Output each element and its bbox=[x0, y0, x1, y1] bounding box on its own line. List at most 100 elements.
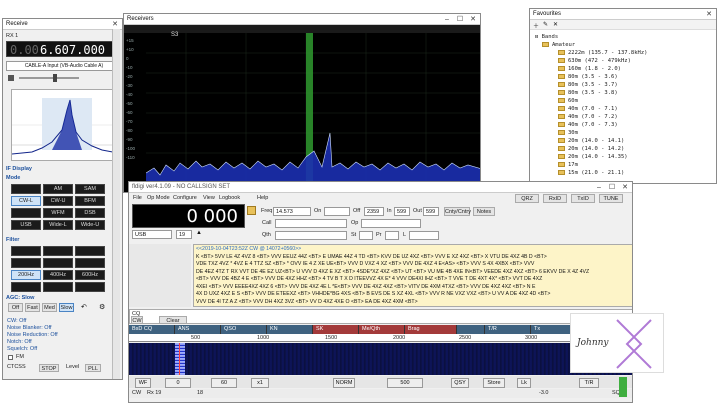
mode-button-cwl[interactable]: CW-L bbox=[11, 196, 41, 206]
close-icon[interactable]: ✕ bbox=[467, 14, 479, 25]
volume-slider[interactable] bbox=[19, 77, 79, 79]
menu-help[interactable]: Help bbox=[257, 195, 268, 201]
macro-button[interactable]: ANS bbox=[175, 325, 221, 334]
mode-button-bfm[interactable]: BFM bbox=[75, 196, 105, 206]
mode-button-am[interactable]: AM bbox=[43, 184, 73, 194]
rxid-button[interactable]: RxID bbox=[543, 194, 567, 203]
macro-button[interactable]: QSO bbox=[221, 325, 267, 334]
transmit-text-pane[interactable]: CQ bbox=[129, 309, 632, 324]
notes-button[interactable]: Notes bbox=[473, 207, 495, 216]
list-item[interactable]: 40m (7.0 - 7.1) bbox=[558, 106, 618, 112]
receive-scrollbar[interactable] bbox=[112, 29, 120, 379]
filter-button-10[interactable] bbox=[11, 282, 41, 292]
range-field[interactable]: 60 bbox=[211, 378, 237, 388]
agc-slow-button[interactable]: Slow bbox=[59, 303, 74, 312]
mode-button-wideu[interactable]: Wide-U bbox=[75, 220, 105, 230]
country-button[interactable]: Cnty/Cntry bbox=[444, 207, 471, 216]
list-item[interactable]: 80m (3.5 - 3.7) bbox=[558, 82, 618, 88]
filter-button-1[interactable] bbox=[11, 246, 41, 256]
audio-input-select[interactable]: CABLE-A Input (VB-Audio Cable A) bbox=[6, 61, 120, 71]
list-item[interactable]: 80m (3.5 - 3.6) bbox=[558, 74, 618, 80]
waterfall-mode-button[interactable]: WF bbox=[135, 378, 151, 388]
agc-off-button[interactable]: Off bbox=[8, 303, 23, 312]
locator-field[interactable] bbox=[409, 231, 439, 240]
receive-text-pane[interactable]: <<2019-10-04T23:52Z CW @ 14072+0560>> K … bbox=[193, 244, 632, 307]
mode-button-cwu[interactable]: CW-U bbox=[43, 196, 73, 206]
list-item[interactable]: 80m (3.5 - 3.8) bbox=[558, 90, 618, 96]
list-item[interactable]: 40m (7.0 - 7.3) bbox=[558, 122, 618, 128]
maximize-icon[interactable]: ☐ bbox=[606, 182, 618, 193]
list-item[interactable]: 60m bbox=[558, 98, 578, 104]
filter-button-2[interactable] bbox=[43, 246, 73, 256]
call-field[interactable] bbox=[275, 219, 347, 228]
tree-group[interactable]: Amateur bbox=[542, 42, 575, 48]
mode-button-wfm[interactable]: WFM bbox=[43, 208, 73, 218]
mode-button-usb[interactable]: USB bbox=[11, 220, 41, 230]
menu-logbook[interactable]: Logbook bbox=[219, 195, 240, 201]
list-item[interactable]: 20m (14.0 - 14.2) bbox=[558, 146, 624, 152]
menu-view[interactable]: View bbox=[203, 195, 215, 201]
list-item[interactable]: 40m (7.0 - 7.2) bbox=[558, 114, 618, 120]
pr-field[interactable] bbox=[385, 231, 399, 240]
rx-cursor[interactable] bbox=[179, 343, 180, 375]
list-item[interactable]: 17m bbox=[558, 162, 578, 168]
macro-button[interactable]: KN bbox=[267, 325, 313, 334]
noise-blanker-option[interactable]: Noise Blanker: Off bbox=[7, 325, 52, 331]
zoom-field[interactable]: x1 bbox=[251, 378, 269, 388]
noise-reduction-option[interactable]: Noise Reduction: Off bbox=[7, 332, 58, 338]
op-field[interactable] bbox=[361, 219, 421, 228]
mode-button-sam[interactable]: SAM bbox=[75, 184, 105, 194]
settings-icon[interactable]: ⚙ bbox=[99, 303, 105, 311]
freq-field[interactable]: 14.573 bbox=[273, 207, 311, 216]
clear-button[interactable]: Clear bbox=[159, 316, 187, 324]
macro-button[interactable]: Me/Qth bbox=[359, 325, 405, 334]
undo-icon[interactable]: ↶ bbox=[81, 303, 87, 311]
qsy-button[interactable]: QSY bbox=[451, 378, 469, 388]
speaker-icon[interactable] bbox=[8, 75, 14, 81]
notch-option[interactable]: Notch: Off bbox=[7, 339, 32, 345]
filter-button-11[interactable] bbox=[43, 282, 73, 292]
volume-thumb[interactable] bbox=[53, 74, 57, 82]
mode-button-1[interactable] bbox=[11, 184, 41, 194]
list-item[interactable]: 15m (21.0 - 21.1) bbox=[558, 170, 624, 176]
pll-button[interactable]: PLL bbox=[85, 364, 101, 372]
filter-button-400hz[interactable]: 400Hz bbox=[43, 270, 73, 280]
list-item[interactable]: 20m (14.0 - 14.1) bbox=[558, 138, 624, 144]
time-on-field[interactable] bbox=[324, 207, 350, 216]
filter-button-5[interactable] bbox=[43, 258, 73, 268]
minimize-icon[interactable]: – bbox=[441, 14, 453, 25]
bandwidth-select[interactable]: 19 bbox=[176, 230, 192, 239]
list-item[interactable]: 630m (472 - 479kHz) bbox=[558, 58, 631, 64]
macro-button[interactable] bbox=[457, 325, 485, 334]
edit-icon[interactable]: ✎ bbox=[543, 21, 548, 28]
agc-fast-button[interactable]: Fast bbox=[25, 303, 40, 312]
mode-button-dsb[interactable]: DSB bbox=[75, 208, 105, 218]
menu-configure[interactable]: Configure bbox=[173, 195, 197, 201]
tune-button[interactable]: TUNE bbox=[599, 194, 623, 203]
stop-button[interactable]: STOP bbox=[39, 364, 59, 372]
lock-icon[interactable] bbox=[247, 206, 256, 215]
list-item[interactable]: 20m (14.0 - 14.35) bbox=[558, 154, 628, 160]
filter-button-4[interactable] bbox=[11, 258, 41, 268]
cw-option[interactable]: CW: Off bbox=[7, 318, 26, 324]
rst-out-field[interactable]: 599 bbox=[423, 207, 439, 216]
agc-med-button[interactable]: Med bbox=[42, 303, 57, 312]
mode-button-widel[interactable]: Wide-L bbox=[43, 220, 73, 230]
mode-cw-button[interactable]: CW bbox=[131, 316, 143, 324]
filter-button-600hz[interactable]: 600Hz bbox=[75, 270, 105, 280]
macro-button[interactable]: BsD CQ bbox=[129, 325, 175, 334]
store-button[interactable]: Store bbox=[483, 378, 505, 388]
filter-button-200hz[interactable]: 200Hz bbox=[11, 270, 41, 280]
macro-button[interactable]: T/R bbox=[485, 325, 531, 334]
time-off-field[interactable]: 2359 bbox=[364, 207, 384, 216]
filter-button-12[interactable] bbox=[75, 282, 105, 292]
add-icon[interactable]: ＋ bbox=[533, 21, 539, 30]
menu-op-mode[interactable]: Op Mode bbox=[147, 195, 170, 201]
close-icon[interactable]: ✕ bbox=[703, 9, 715, 20]
txid-button[interactable]: TxID bbox=[571, 194, 595, 203]
lock-button[interactable]: Lk bbox=[517, 378, 531, 388]
mode-select[interactable]: USB bbox=[132, 230, 172, 239]
rst-in-field[interactable]: 599 bbox=[394, 207, 410, 216]
arrow-up-icon[interactable]: ▲ bbox=[196, 230, 202, 236]
tree-root[interactable]: ⊟ Bands bbox=[535, 34, 558, 40]
